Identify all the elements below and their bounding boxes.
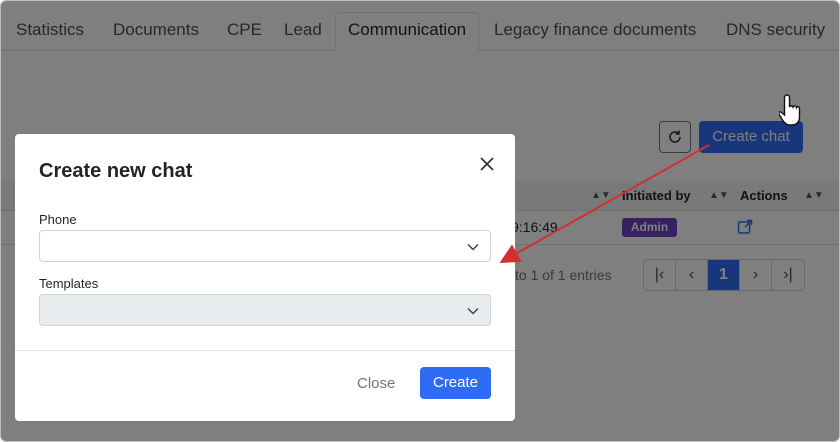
close-button[interactable]: Close <box>357 375 395 392</box>
chevron-down-icon <box>467 243 479 251</box>
hand-cursor-icon <box>779 94 801 126</box>
phone-select[interactable] <box>39 230 491 262</box>
chevron-down-icon <box>467 307 479 315</box>
templates-label: Templates <box>39 276 99 291</box>
create-button[interactable]: Create <box>420 367 491 399</box>
close-icon[interactable] <box>477 154 497 174</box>
modal-footer-divider <box>15 350 515 351</box>
modal-title: Create new chat <box>39 160 193 182</box>
templates-select[interactable] <box>39 294 491 326</box>
phone-label: Phone <box>39 212 77 227</box>
app-frame: Statistics Documents CPE Lead Communicat… <box>0 0 840 442</box>
create-chat-modal: Create new chat Phone Templates Close Cr… <box>15 134 515 421</box>
